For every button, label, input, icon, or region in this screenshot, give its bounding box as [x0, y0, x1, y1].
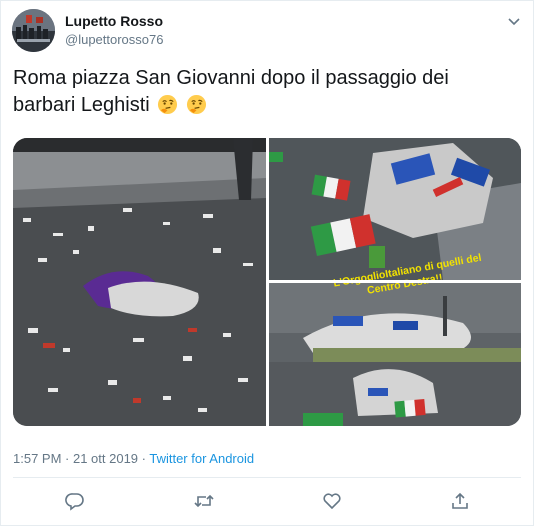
share-button[interactable]	[445, 486, 475, 516]
author-handle[interactable]: @lupettorosso76	[65, 32, 163, 47]
thinking-face-icon	[158, 94, 178, 115]
media-grid[interactable]: L'OrgoglioItaliano di quelli del Centro …	[13, 138, 521, 426]
tweet-text-content: Roma piazza San Giovanni dopo il passagg…	[13, 67, 449, 116]
avatar[interactable]	[12, 9, 55, 52]
tweet-card: Lupetto Rosso @lupettorosso76 Roma piazz…	[0, 0, 534, 526]
retweet-button[interactable]	[189, 486, 219, 516]
action-bar	[1, 486, 534, 516]
like-icon	[323, 493, 341, 510]
photo-right-top[interactable]	[269, 138, 521, 280]
timestamp[interactable]: 1:57 PM · 21 ott 2019 ·	[13, 451, 149, 466]
author-name[interactable]: Lupetto Rosso	[65, 13, 163, 29]
retweet-icon	[194, 494, 214, 508]
photo-right-bottom[interactable]	[269, 283, 521, 426]
divider	[13, 477, 521, 478]
tweet-meta: 1:57 PM · 21 ott 2019 · Twitter for Andr…	[13, 451, 254, 466]
like-button[interactable]	[317, 486, 347, 516]
tweet-text: Roma piazza San Giovanni dopo il passagg…	[13, 65, 513, 119]
reply-button[interactable]	[60, 486, 90, 516]
reply-icon	[65, 493, 84, 511]
source-app-link[interactable]: Twitter for Android	[149, 451, 254, 466]
photo-left[interactable]	[13, 138, 266, 426]
share-icon	[452, 492, 468, 509]
chevron-down-icon[interactable]	[507, 14, 521, 28]
thinking-face-icon	[186, 94, 206, 115]
